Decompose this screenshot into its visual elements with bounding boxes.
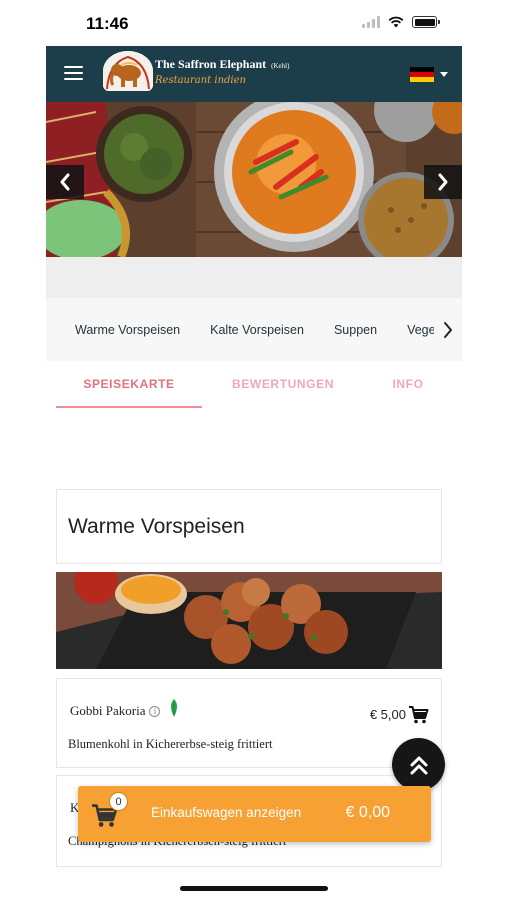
category-list: Warme Vorspeisen Kalte Vorspeisen Suppen… [46, 298, 462, 361]
item-name-row: Gobbi Pakoria i [70, 699, 180, 719]
chevron-left-icon [60, 173, 70, 191]
section-tabs: SPEISEKARTE BEWERTUNGEN INFO [46, 361, 462, 411]
app-screen: The Saffron Elephant (Kehl) Restaurant i… [46, 46, 462, 411]
add-to-cart-button[interactable] [409, 706, 429, 729]
item-price: € 5,00 [369, 707, 406, 722]
restaurant-subtitle: Restaurant indien [155, 75, 246, 86]
status-icons [362, 16, 440, 28]
section-image [56, 572, 442, 669]
carousel-next-button[interactable] [424, 165, 462, 199]
category-suppen[interactable]: Suppen [334, 323, 377, 337]
info-icon[interactable]: i [149, 705, 161, 717]
category-kalte-vorspeisen[interactable]: Kalte Vorspeisen [210, 323, 304, 337]
battery-icon [412, 16, 440, 28]
menu-hamburger-icon[interactable] [64, 66, 83, 80]
menu-item-card[interactable]: Gobbi Pakoria i € 5,00 Blumenkohl in Kic… [56, 678, 442, 768]
hero-carousel[interactable] [46, 102, 462, 257]
status-bar: 11:46 [0, 0, 507, 46]
cart-icon [409, 706, 429, 724]
cart-count-badge: 0 [109, 792, 128, 811]
section-title: Warme Vorspeisen [68, 514, 245, 538]
cart-total: € 0,00 [345, 804, 390, 821]
item-description: Blumenkohl in Kichererbse-steig frittier… [68, 737, 273, 751]
tab-bewertungen[interactable]: BEWERTUNGEN [212, 361, 354, 407]
status-time: 11:46 [86, 14, 129, 33]
top-navbar: The Saffron Elephant (Kehl) Restaurant i… [46, 46, 462, 102]
vegetarian-leaf-icon [171, 699, 178, 717]
tab-info[interactable]: INFO [354, 361, 462, 407]
cart-label: Einkaufswagen anzeigen [151, 805, 302, 820]
tab-active-indicator [56, 406, 202, 408]
menu-section-header: Warme Vorspeisen [56, 489, 442, 564]
language-selector[interactable] [410, 67, 448, 82]
category-bar: Warme Vorspeisen Kalte Vorspeisen Suppen… [46, 297, 462, 361]
restaurant-logo [103, 51, 153, 91]
home-indicator[interactable] [180, 886, 328, 891]
chevron-right-icon [438, 173, 448, 191]
carousel-prev-button[interactable] [46, 165, 84, 199]
wifi-icon [388, 16, 404, 28]
spacer [46, 257, 462, 297]
double-chevron-up-icon [410, 756, 427, 774]
scroll-to-top-button[interactable] [392, 738, 445, 791]
cellular-signal-icon [362, 16, 380, 28]
item-name: Gobbi Pakoria [70, 703, 146, 718]
category-warme-vorspeisen[interactable]: Warme Vorspeisen [75, 323, 180, 337]
chevron-right-icon [444, 321, 452, 338]
restaurant-name: The Saffron Elephant (Kehl) [155, 57, 290, 71]
hero-image [46, 102, 462, 257]
tab-speisekarte[interactable]: SPEISEKARTE [46, 361, 212, 407]
category-scroll-right-button[interactable] [434, 298, 462, 361]
chevron-down-icon [440, 72, 448, 77]
germany-flag-icon [410, 67, 434, 82]
view-cart-button[interactable]: 0 Einkaufswagen anzeigen € 0,00 [78, 786, 431, 842]
